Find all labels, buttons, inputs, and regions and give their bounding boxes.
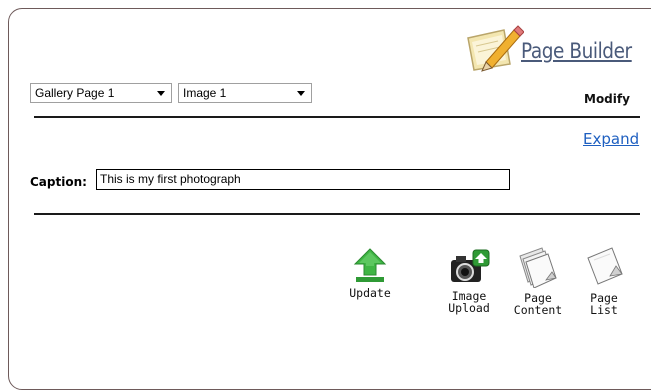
page-select[interactable]: Gallery Page 1 bbox=[30, 83, 172, 103]
page-list-button[interactable]: Page List bbox=[576, 246, 632, 316]
divider-top bbox=[34, 116, 640, 118]
mode-label: Modify bbox=[584, 92, 630, 106]
image-upload-label-line2: Upload bbox=[448, 301, 490, 315]
expand-link[interactable]: Expand bbox=[583, 130, 639, 148]
page-content-button[interactable]: Page Content bbox=[508, 246, 568, 316]
divider-bottom bbox=[34, 213, 640, 215]
caption-input[interactable]: This is my first photograph bbox=[96, 169, 510, 190]
page-list-label-line2: List bbox=[590, 303, 618, 317]
update-label: Update bbox=[349, 286, 391, 300]
logo-text[interactable]: Page Builder bbox=[521, 39, 632, 63]
upload-arrow-icon bbox=[353, 248, 387, 282]
image-select-value: Image 1 bbox=[183, 86, 227, 100]
stacked-pages-icon bbox=[519, 247, 557, 288]
camera-upload-icon bbox=[451, 249, 490, 282]
page-icon bbox=[587, 247, 623, 285]
image-upload-button[interactable]: Image Upload bbox=[438, 246, 500, 314]
update-button[interactable]: Update bbox=[340, 247, 400, 299]
page-list-label: Page List bbox=[576, 292, 632, 316]
page-content-label: Page Content bbox=[508, 292, 568, 316]
caption-label: Caption: bbox=[30, 175, 87, 189]
image-upload-label: Image Upload bbox=[438, 290, 500, 314]
image-select[interactable]: Image 1 bbox=[178, 83, 312, 103]
chevron-down-icon bbox=[157, 91, 165, 96]
page-content-label-line2: Content bbox=[513, 303, 563, 317]
chevron-down-icon bbox=[297, 91, 305, 96]
pencil-paper-icon bbox=[467, 25, 525, 72]
page-select-value: Gallery Page 1 bbox=[35, 86, 115, 100]
